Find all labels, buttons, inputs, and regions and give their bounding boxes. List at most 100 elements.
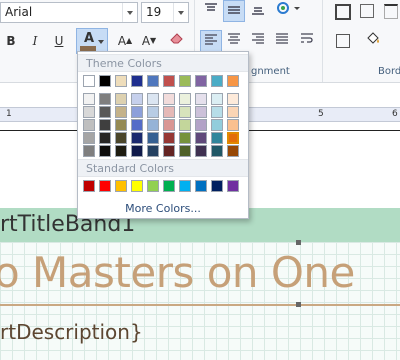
font-name-combo[interactable]: Arial	[0, 2, 138, 23]
color-swatch[interactable]	[99, 145, 111, 157]
color-swatch[interactable]	[99, 132, 111, 144]
color-swatch[interactable]	[131, 93, 143, 105]
color-swatch[interactable]	[115, 145, 127, 157]
color-swatch[interactable]	[147, 145, 159, 157]
color-swatch[interactable]	[131, 75, 143, 87]
color-swatch[interactable]	[211, 145, 223, 157]
resize-handle[interactable]	[296, 240, 301, 245]
color-swatch[interactable]	[227, 180, 239, 192]
underline-button[interactable]: U	[48, 30, 70, 52]
border-all-button[interactable]	[332, 0, 354, 22]
color-swatch[interactable]	[227, 132, 239, 144]
color-swatch[interactable]	[227, 93, 239, 105]
align-right-button[interactable]	[247, 30, 269, 52]
color-swatch[interactable]	[99, 75, 111, 87]
color-swatch[interactable]	[115, 106, 127, 118]
border-outside-button[interactable]	[356, 0, 378, 22]
color-swatch[interactable]	[195, 119, 207, 131]
bold-button[interactable]: B	[0, 30, 22, 52]
color-swatch[interactable]	[179, 180, 191, 192]
color-swatch[interactable]	[115, 180, 127, 192]
color-swatch[interactable]	[83, 132, 95, 144]
color-swatch[interactable]	[211, 75, 223, 87]
report-title-text[interactable]: o Masters on One	[0, 248, 355, 297]
color-swatch[interactable]	[147, 106, 159, 118]
color-swatch[interactable]	[179, 106, 191, 118]
italic-button[interactable]: I	[24, 30, 46, 52]
color-swatch[interactable]	[211, 132, 223, 144]
align-top-button[interactable]	[200, 0, 222, 22]
color-swatch[interactable]	[131, 145, 143, 157]
border-none-button[interactable]	[332, 30, 354, 52]
fill-color-button[interactable]	[362, 30, 384, 52]
color-swatch[interactable]	[83, 119, 95, 131]
shrink-font-button[interactable]: A▼	[138, 30, 160, 52]
color-swatch[interactable]	[115, 132, 127, 144]
paint-bucket-icon	[367, 32, 379, 44]
color-swatch[interactable]	[115, 75, 127, 87]
rotate-button[interactable]	[274, 0, 302, 22]
align-center-button[interactable]	[223, 30, 245, 52]
color-swatch[interactable]	[163, 75, 175, 87]
color-swatch[interactable]	[179, 119, 191, 131]
color-swatch[interactable]	[147, 75, 159, 87]
align-middle-button[interactable]	[223, 0, 245, 22]
color-swatch[interactable]	[115, 119, 127, 131]
color-swatch[interactable]	[179, 132, 191, 144]
color-swatch[interactable]	[83, 93, 95, 105]
chevron-down-icon[interactable]	[122, 3, 137, 22]
color-swatch[interactable]	[163, 93, 175, 105]
color-swatch[interactable]	[99, 119, 111, 131]
color-swatch[interactable]	[147, 119, 159, 131]
color-swatch[interactable]	[83, 180, 95, 192]
color-swatch[interactable]	[163, 106, 175, 118]
color-swatch[interactable]	[83, 145, 95, 157]
color-swatch[interactable]	[115, 93, 127, 105]
color-swatch[interactable]	[195, 75, 207, 87]
border-top-button[interactable]	[380, 0, 400, 22]
color-swatch[interactable]	[147, 132, 159, 144]
color-swatch[interactable]	[211, 180, 223, 192]
justify-button[interactable]	[271, 30, 293, 52]
align-bottom-button[interactable]	[247, 0, 269, 22]
resize-handle[interactable]	[296, 302, 301, 307]
color-swatch[interactable]	[99, 106, 111, 118]
color-swatch[interactable]	[211, 106, 223, 118]
color-swatch[interactable]	[163, 132, 175, 144]
color-swatch[interactable]	[99, 93, 111, 105]
report-description-text[interactable]: rtDescription}	[0, 320, 143, 344]
align-left-button[interactable]	[200, 30, 222, 52]
color-swatch[interactable]	[195, 180, 207, 192]
color-swatch[interactable]	[163, 180, 175, 192]
color-swatch[interactable]	[227, 119, 239, 131]
color-swatch[interactable]	[195, 93, 207, 105]
color-swatch[interactable]	[195, 145, 207, 157]
color-swatch[interactable]	[211, 119, 223, 131]
color-swatch[interactable]	[211, 93, 223, 105]
color-swatch[interactable]	[227, 145, 239, 157]
color-swatch[interactable]	[147, 180, 159, 192]
font-size-combo[interactable]: 19	[141, 2, 189, 23]
chevron-down-icon[interactable]	[173, 3, 188, 22]
color-swatch[interactable]	[131, 119, 143, 131]
color-swatch[interactable]	[227, 106, 239, 118]
color-swatch[interactable]	[195, 106, 207, 118]
color-swatch[interactable]	[227, 75, 239, 87]
clear-format-button[interactable]	[166, 30, 188, 52]
grow-font-button[interactable]: A▲	[114, 30, 136, 52]
color-swatch[interactable]	[131, 132, 143, 144]
color-swatch[interactable]	[179, 75, 191, 87]
color-swatch[interactable]	[147, 93, 159, 105]
color-swatch[interactable]	[83, 75, 95, 87]
color-swatch[interactable]	[195, 132, 207, 144]
wrap-text-button[interactable]	[296, 30, 318, 52]
color-swatch[interactable]	[163, 119, 175, 131]
more-colors-link[interactable]: More Colors...	[78, 202, 248, 215]
color-swatch[interactable]	[163, 145, 175, 157]
color-swatch[interactable]	[131, 180, 143, 192]
color-swatch[interactable]	[179, 145, 191, 157]
color-swatch[interactable]	[179, 93, 191, 105]
color-swatch[interactable]	[83, 106, 95, 118]
color-swatch[interactable]	[131, 106, 143, 118]
color-swatch[interactable]	[99, 180, 111, 192]
